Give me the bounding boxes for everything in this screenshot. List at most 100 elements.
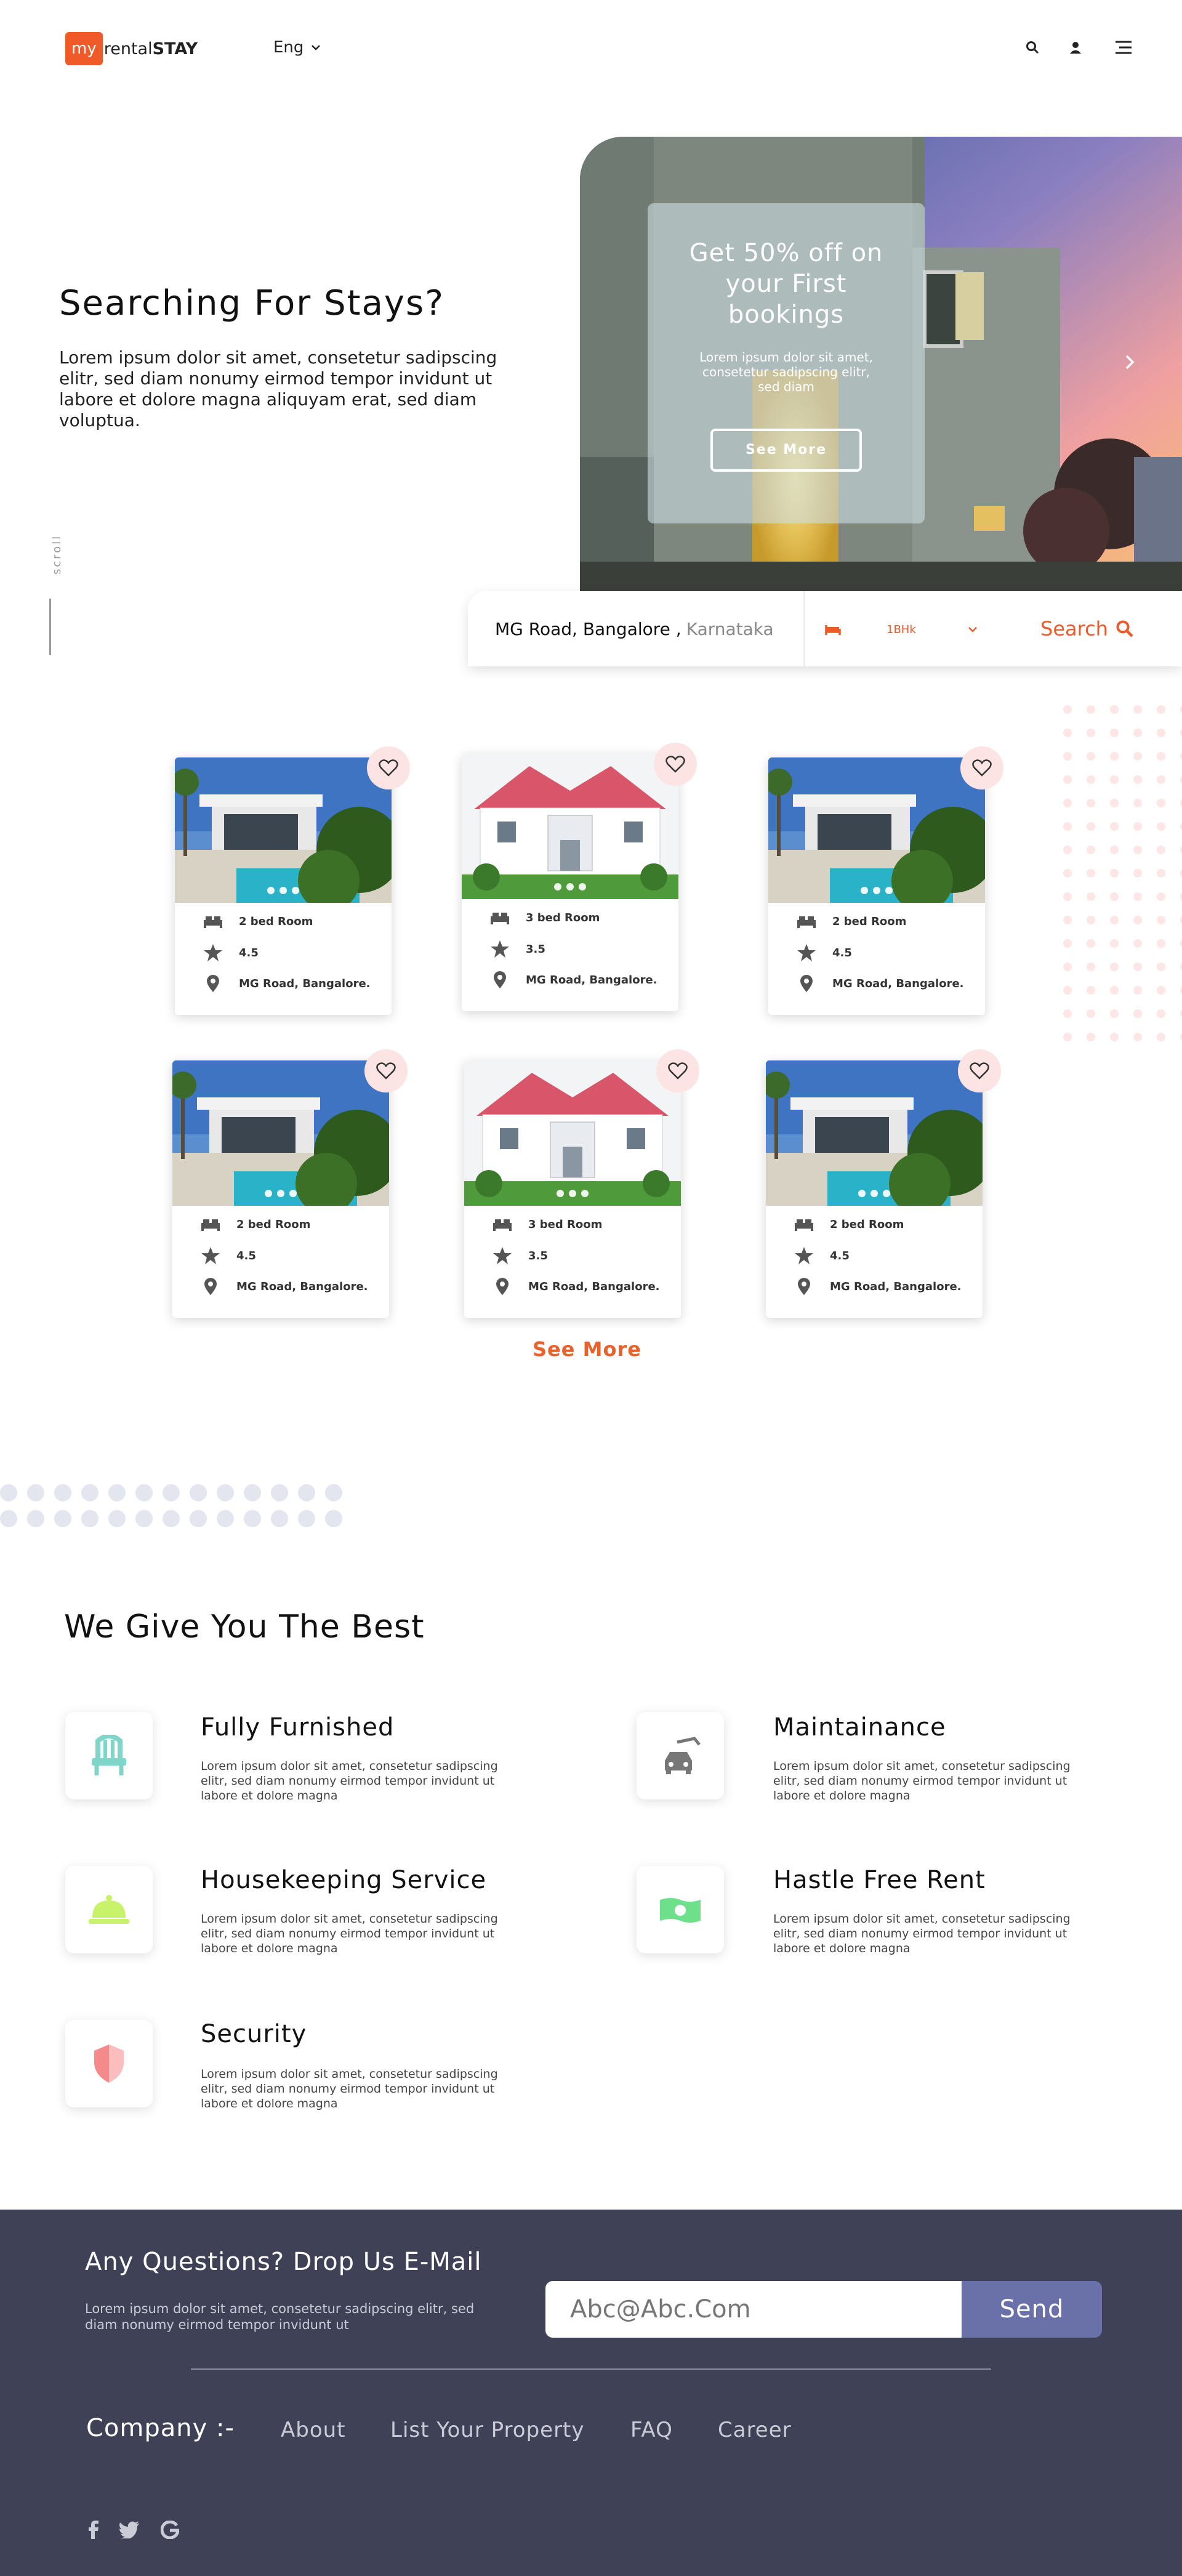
decorative-dot (1110, 1033, 1119, 1041)
listing-rooms-row: 2 bed Room (201, 1217, 310, 1232)
feature-title: Maintainance (773, 1713, 946, 1742)
decorative-dot (1087, 822, 1095, 831)
decorative-dot (0, 1510, 17, 1527)
carousel-dots[interactable] (265, 1190, 297, 1197)
facebook-icon[interactable] (81, 2517, 106, 2542)
carousel-dots[interactable] (554, 883, 586, 890)
listing-location-row: MG Road, Bangalore. (794, 1277, 962, 1296)
scroll-indicator (49, 599, 51, 655)
location-state: Karnataka (686, 618, 774, 639)
twitter-icon[interactable] (117, 2517, 142, 2542)
footer-link-career[interactable]: Career (718, 2418, 792, 2442)
send-button[interactable]: Send (962, 2281, 1102, 2338)
decorative-dot (1063, 752, 1072, 761)
footer-link-about[interactable]: About (281, 2418, 346, 2442)
contact-description: Lorem ipsum dolor sit amet, consetetur s… (85, 2301, 475, 2332)
listing-rating: 3.5 (526, 942, 545, 956)
footer-link-list-property[interactable]: List Your Property (390, 2418, 585, 2442)
listing-card[interactable]: 2 bed Room 4.5 MG Road, Bangalore. (768, 746, 1003, 1015)
search-button-label: Search (1040, 617, 1108, 640)
decorative-dot (1157, 963, 1165, 971)
listing-location-row: MG Road, Bangalore. (797, 974, 964, 993)
decorative-dot (217, 1484, 234, 1501)
promo-see-more-button[interactable]: See More (710, 429, 862, 472)
decorative-dot (1110, 729, 1119, 737)
listing-location-row: MG Road, Bangalore. (203, 974, 371, 993)
favorite-button[interactable] (364, 1049, 408, 1092)
decorative-dot (1157, 822, 1165, 831)
google-icon[interactable] (158, 2517, 182, 2542)
decorative-dot (81, 1484, 98, 1501)
listing-rooms: 2 bed Room (239, 915, 313, 928)
carousel-dots[interactable] (267, 887, 299, 894)
company-label: Company :- (86, 2414, 235, 2442)
money-icon (637, 1866, 724, 1953)
logo-my: my (65, 32, 103, 65)
location-pin-icon (798, 1278, 810, 1295)
decorative-dot (1157, 986, 1165, 995)
decorative-dot (1133, 729, 1142, 737)
decorative-dot (1157, 1033, 1165, 1041)
listing-rooms: 2 bed Room (830, 1217, 904, 1231)
logo[interactable]: my rentalSTAY (65, 32, 198, 65)
see-more-link[interactable]: See More (533, 1338, 641, 1361)
search-button[interactable]: Search (1040, 613, 1164, 644)
decorative-dot (1133, 916, 1142, 924)
listing-location-row: MG Road, Bangalore. (201, 1277, 368, 1296)
listing-card[interactable]: 2 bed Room 4.5 MG Road, Bangalore. (175, 746, 410, 1015)
scroll-label: scroll (50, 534, 64, 575)
email-field[interactable] (545, 2281, 970, 2338)
room-type-select[interactable]: 1BHk (825, 616, 985, 643)
listing-rooms-row: 2 bed Room (797, 914, 906, 929)
listing-rating: 4.5 (830, 1249, 850, 1262)
listing-location-row: MG Road, Bangalore. (490, 971, 657, 989)
carousel-dots[interactable] (861, 887, 893, 894)
decorative-dot (1110, 752, 1119, 761)
decorative-dot (1133, 986, 1142, 995)
decorative-dot (1087, 963, 1095, 971)
listing-rating-row: 4.5 (201, 1246, 256, 1265)
hero-title: Searching For Stays? (59, 283, 444, 323)
listing-card[interactable]: 3 bed Room 3.5 MG Road, Bangalore. (462, 743, 697, 1011)
decorative-dot (163, 1484, 180, 1501)
star-icon (795, 1247, 813, 1264)
decorative-dot (81, 1510, 98, 1527)
favorite-button[interactable] (367, 746, 410, 789)
listing-card[interactable]: 2 bed Room 4.5 MG Road, Bangalore. (172, 1049, 408, 1318)
decorative-dot (217, 1510, 234, 1527)
decorative-dot (244, 1510, 261, 1527)
decorative-dot (1157, 775, 1165, 784)
favorite-button[interactable] (654, 743, 697, 786)
decorative-dot (54, 1484, 71, 1501)
listing-location: MG Road, Bangalore. (236, 1280, 368, 1293)
location-field[interactable]: MG Road, Bangalore , Karnataka (468, 591, 805, 666)
favorite-button[interactable] (960, 746, 1003, 789)
listing-image (175, 757, 392, 903)
heart-icon (665, 756, 685, 773)
listing-card[interactable]: 3 bed Room 3.5 MG Road, Bangalore. (464, 1049, 699, 1318)
menu-icon[interactable] (1113, 37, 1134, 58)
decorative-dot (1110, 986, 1119, 995)
listing-card[interactable]: 2 bed Room 4.5 MG Road, Bangalore. (766, 1049, 1001, 1318)
language-selector[interactable]: Eng (273, 38, 321, 57)
room-type-value: 1BHk (886, 623, 916, 636)
decorative-dot (1157, 846, 1165, 854)
bed-icon (795, 1219, 813, 1231)
search-icon[interactable] (1022, 37, 1043, 58)
listing-image (172, 1060, 389, 1206)
decorative-dot (108, 1484, 126, 1501)
footer-link-faq[interactable]: FAQ (630, 2418, 673, 2442)
favorite-button[interactable] (656, 1049, 699, 1092)
chevron-right-icon[interactable] (1120, 351, 1139, 373)
feature-title: Hastle Free Rent (773, 1866, 986, 1894)
decorative-dot (1110, 892, 1119, 901)
favorite-button[interactable] (958, 1049, 1001, 1092)
carousel-dots[interactable] (858, 1190, 890, 1197)
listing-location: MG Road, Bangalore. (832, 977, 964, 990)
user-icon[interactable] (1065, 37, 1086, 58)
carousel-dots[interactable] (557, 1190, 589, 1197)
logo-rentalstay: rentalSTAY (103, 39, 198, 59)
listing-rooms-row: 3 bed Room (492, 1217, 602, 1232)
listing-image (462, 754, 678, 899)
decorative-dot (1087, 1009, 1095, 1018)
